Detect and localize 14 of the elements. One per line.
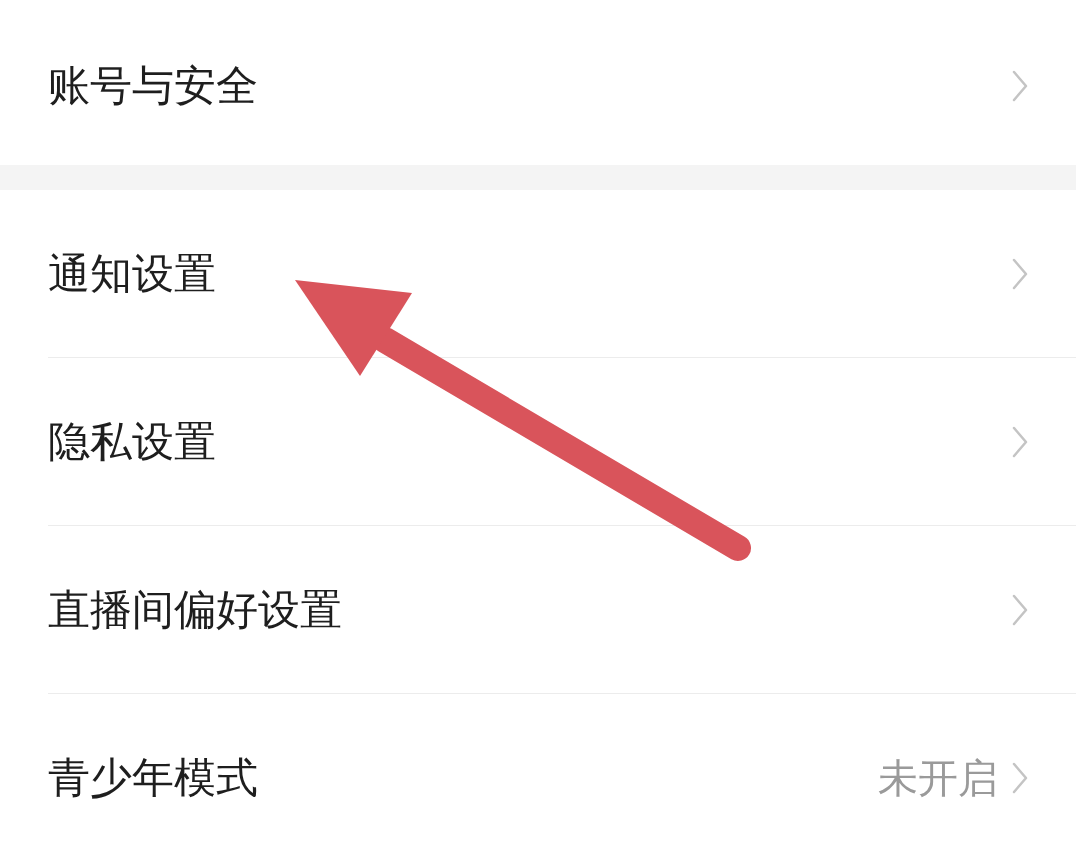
chevron-right-icon [1012,69,1028,102]
row-label: 账号与安全 [48,59,258,112]
chevron-right-icon [1012,257,1028,290]
chevron-right-icon [1012,762,1028,794]
row-label: 通知设置 [48,247,216,300]
row-value: 未开启 [878,753,998,803]
settings-row[interactable]: 青少年模式 未开启 [48,694,1076,860]
settings-row[interactable]: 账号与安全 [48,0,1076,165]
row-label: 隐私设置 [48,415,216,468]
row-label: 直播间偏好设置 [48,583,342,636]
settings-row[interactable]: 直播间偏好设置 [48,526,1076,694]
chevron-right-icon [1012,593,1028,626]
row-label: 青少年模式 [48,752,258,804]
chevron-right-icon [1012,425,1028,458]
